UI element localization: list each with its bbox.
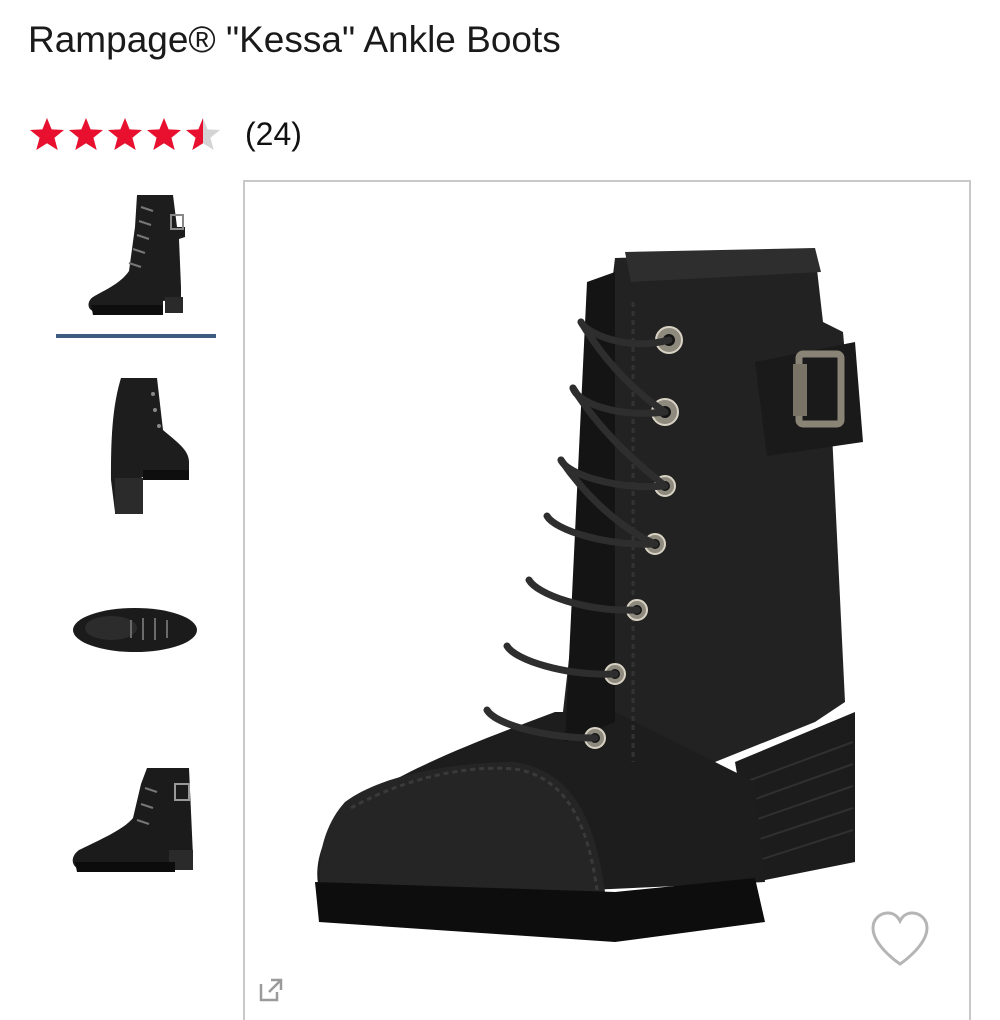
boot-thumbnail-image xyxy=(73,608,197,652)
thumbnail-2[interactable] xyxy=(56,370,216,520)
star-icon xyxy=(108,118,142,150)
star-rating xyxy=(28,116,223,152)
rating-row[interactable]: (24) xyxy=(28,108,302,160)
thumbnail-1[interactable] xyxy=(56,182,216,332)
thumbnail-4[interactable] xyxy=(56,760,216,880)
selected-thumbnail-indicator xyxy=(56,334,216,338)
boot-thumbnail-image xyxy=(111,378,189,514)
boot-thumbnail-image xyxy=(72,768,193,872)
boot-thumbnail-image xyxy=(88,195,185,315)
boot-main-image xyxy=(315,248,863,942)
review-count[interactable]: (24) xyxy=(245,116,302,153)
star-icon xyxy=(69,118,103,150)
main-product-image-frame[interactable] xyxy=(243,180,971,1020)
star-icon xyxy=(147,118,181,150)
thumbnail-3[interactable] xyxy=(56,580,216,680)
product-title: Rampage® "Kessa" Ankle Boots xyxy=(28,19,561,60)
star-icon xyxy=(186,118,220,150)
heart-icon[interactable] xyxy=(869,910,931,968)
star-icon xyxy=(30,118,64,150)
